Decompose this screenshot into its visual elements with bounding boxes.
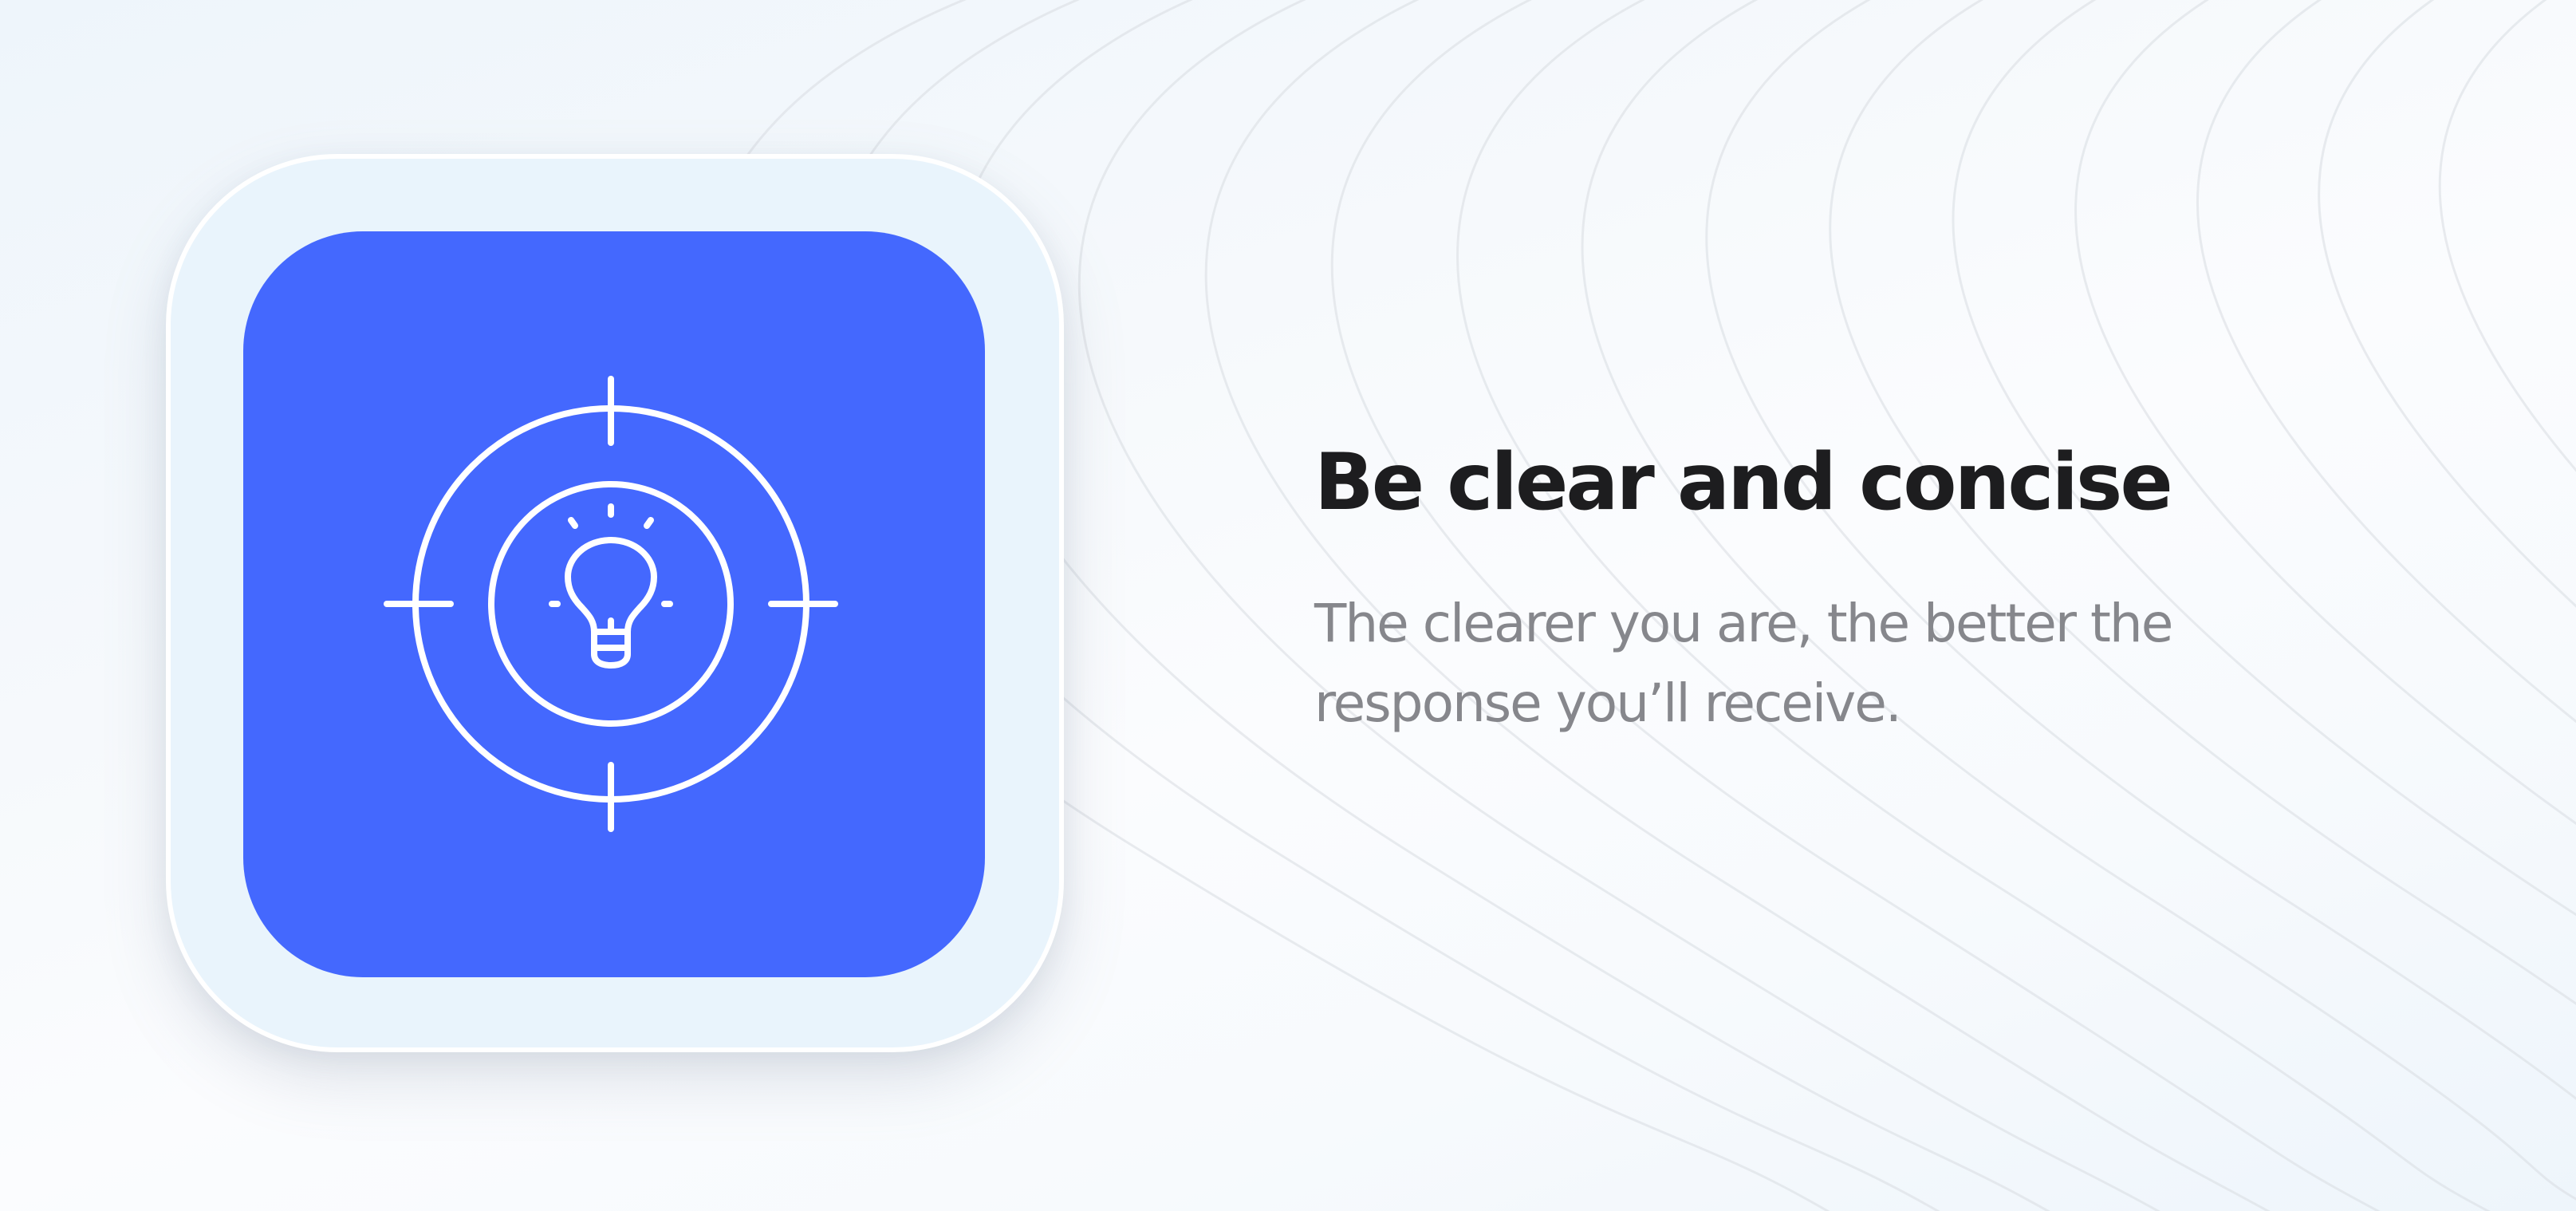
content-block: Be clear and concise The clearer you are… bbox=[1314, 431, 2351, 744]
page-description: The clearer you are, the better the resp… bbox=[1314, 593, 2173, 734]
crosshair-inner-ring bbox=[488, 481, 734, 727]
page-title: Be clear and concise bbox=[1314, 437, 2173, 528]
background-wave-line bbox=[2438, 0, 2576, 472]
target-lightbulb-icon bbox=[384, 376, 838, 832]
crosshair-outer-ring bbox=[412, 405, 809, 803]
background-wave-line bbox=[2318, 0, 2576, 608]
illustration-tile bbox=[243, 231, 985, 977]
